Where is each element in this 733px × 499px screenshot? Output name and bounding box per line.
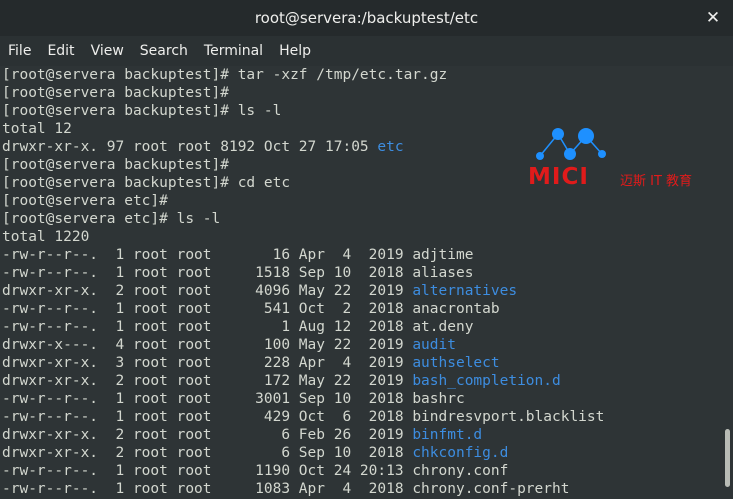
terminal-line-text: total 12 xyxy=(2,121,72,137)
window-title: root@servera:/backuptest/etc xyxy=(254,9,479,27)
menu-edit[interactable]: Edit xyxy=(39,36,82,66)
terminal-line-text: drwxr-xr-x. 97 root root 8192 Oct 27 17:… xyxy=(2,139,378,155)
file-name: chrony.conf-prerht xyxy=(412,481,570,497)
terminal-line-text: [root@servera backuptest]# xyxy=(2,85,229,101)
terminal-line: -rw-r--r--. 1 root root 1083 Apr 4 2018 … xyxy=(2,480,724,498)
terminal-line: drwxr-xr-x. 2 root root 172 May 22 2019 … xyxy=(2,372,724,390)
directory-name: binfmt.d xyxy=(412,427,483,443)
terminal-line-text: -rw-r--r--. 1 root root 429 Oct 6 2018 xyxy=(2,409,413,425)
terminal-line-text: drwxr-xr-x. 2 root root 4096 May 22 2019 xyxy=(2,283,413,299)
terminal-line: [root@servera backuptest]# tar -xzf /tmp… xyxy=(2,66,724,84)
terminal-line: drwxr-xr-x. 2 root root 6 Sep 10 2018 ch… xyxy=(2,444,724,462)
terminal-line: -rw-r--r--. 1 root root 1 Aug 12 2018 at… xyxy=(2,318,724,336)
directory-name: authselect xyxy=(412,355,500,371)
watermark-subtitle: 迈斯 IT 教育 xyxy=(620,174,693,189)
scrollbar-thumb[interactable] xyxy=(725,429,730,487)
file-name: bindresvport.blacklist xyxy=(412,409,605,425)
terminal-line: [root@servera backuptest]# xyxy=(2,84,724,102)
terminal-line-text: -rw-r--r--. 1 root root 1083 Apr 4 2018 xyxy=(2,481,413,497)
watermark-brand: MICI xyxy=(528,164,589,190)
terminal-line: -rw-r--r--. 1 root root 3001 Sep 10 2018… xyxy=(2,390,724,408)
terminal-line-text: [root@servera backuptest]# cd etc xyxy=(2,175,291,191)
directory-name: chkconfig.d xyxy=(412,445,509,461)
terminal-line: -rw-r--r--. 1 root root 16 Apr 4 2019 ad… xyxy=(2,246,724,264)
terminal-line-text: drwxr-xr-x. 3 root root 228 Apr 4 2019 xyxy=(2,355,413,371)
terminal-line: drwxr-xr-x. 2 root root 4096 May 22 2019… xyxy=(2,282,724,300)
menu-file[interactable]: File xyxy=(0,36,39,66)
terminal-line-text: -rw-r--r--. 1 root root 1 Aug 12 2018 xyxy=(2,319,413,335)
terminal-line: -rw-r--r--. 1 root root 1518 Sep 10 2018… xyxy=(2,264,724,282)
directory-name: alternatives xyxy=(412,283,518,299)
terminal-line: -rw-r--r--. 1 root root 1190 Oct 24 20:1… xyxy=(2,462,724,480)
molecule-logo-icon xyxy=(536,128,606,160)
menu-view[interactable]: View xyxy=(83,36,132,66)
terminal-line: drwxr-xr-x. 2 root root 6 Feb 26 2019 bi… xyxy=(2,426,724,444)
file-name: anacrontab xyxy=(412,301,500,317)
terminal-line: drwxr-x---. 4 root root 100 May 22 2019 … xyxy=(2,336,724,354)
directory-name: etc xyxy=(377,139,404,155)
terminal-line-text: [root@servera etc]# xyxy=(2,193,168,209)
scrollbar[interactable] xyxy=(722,66,733,499)
terminal-line-text: -rw-r--r--. 1 root root 1518 Sep 10 2018 xyxy=(2,265,413,281)
file-name: bashrc xyxy=(412,391,465,407)
file-name: chrony.conf xyxy=(412,463,509,479)
terminal-line: [root@servera backuptest]# ls -l xyxy=(2,102,724,120)
terminal-line-text: drwxr-xr-x. 2 root root 6 Sep 10 2018 xyxy=(2,445,413,461)
menu-bar: File Edit View Search Terminal Help xyxy=(0,36,733,67)
menu-help[interactable]: Help xyxy=(271,36,319,66)
terminal-window: root@servera:/backuptest/etc ✕ File Edit… xyxy=(0,0,733,499)
terminal-line: -rw-r--r--. 1 root root 429 Oct 6 2018 b… xyxy=(2,408,724,426)
file-name: aliases xyxy=(412,265,474,281)
file-name: at.deny xyxy=(412,319,474,335)
terminal-line: drwxr-xr-x. 3 root root 228 Apr 4 2019 a… xyxy=(2,354,724,372)
terminal-line-text: -rw-r--r--. 1 root root 1190 Oct 24 20:1… xyxy=(2,463,413,479)
menu-terminal[interactable]: Terminal xyxy=(196,36,271,66)
directory-name: bash_completion.d xyxy=(412,373,561,389)
terminal-line: -rw-r--r--. 1 root root 541 Oct 2 2018 a… xyxy=(2,300,724,318)
close-icon[interactable]: ✕ xyxy=(703,8,723,28)
terminal-line-text: -rw-r--r--. 1 root root 16 Apr 4 2019 xyxy=(2,247,413,263)
terminal-line-text: drwxr-xr-x. 2 root root 6 Feb 26 2019 xyxy=(2,427,413,443)
terminal-line: total 1220 xyxy=(2,228,724,246)
terminal-line-text: drwxr-x---. 4 root root 100 May 22 2019 xyxy=(2,337,413,353)
terminal-line: [root@servera etc]# xyxy=(2,192,724,210)
watermark-logo: MICI 迈斯 IT 教育 xyxy=(528,124,708,190)
terminal-line-text: [root@servera backuptest]# xyxy=(2,157,229,173)
terminal-line-text: -rw-r--r--. 1 root root 541 Oct 2 2018 xyxy=(2,301,413,317)
file-name: adjtime xyxy=(412,247,474,263)
terminal-line-text: drwxr-xr-x. 2 root root 172 May 22 2019 xyxy=(2,373,413,389)
terminal-line-text: [root@servera etc]# ls -l xyxy=(2,211,221,227)
terminal-line-text: total 1220 xyxy=(2,229,90,245)
terminal-line: [root@servera etc]# ls -l xyxy=(2,210,724,228)
terminal-line-text: -rw-r--r--. 1 root root 3001 Sep 10 2018 xyxy=(2,391,413,407)
menu-search[interactable]: Search xyxy=(132,36,196,66)
title-bar: root@servera:/backuptest/etc ✕ xyxy=(0,0,733,36)
terminal-line-text: [root@servera backuptest]# tar -xzf /tmp… xyxy=(2,67,448,83)
terminal-line-text: [root@servera backuptest]# ls -l xyxy=(2,103,282,119)
directory-name: audit xyxy=(412,337,456,353)
